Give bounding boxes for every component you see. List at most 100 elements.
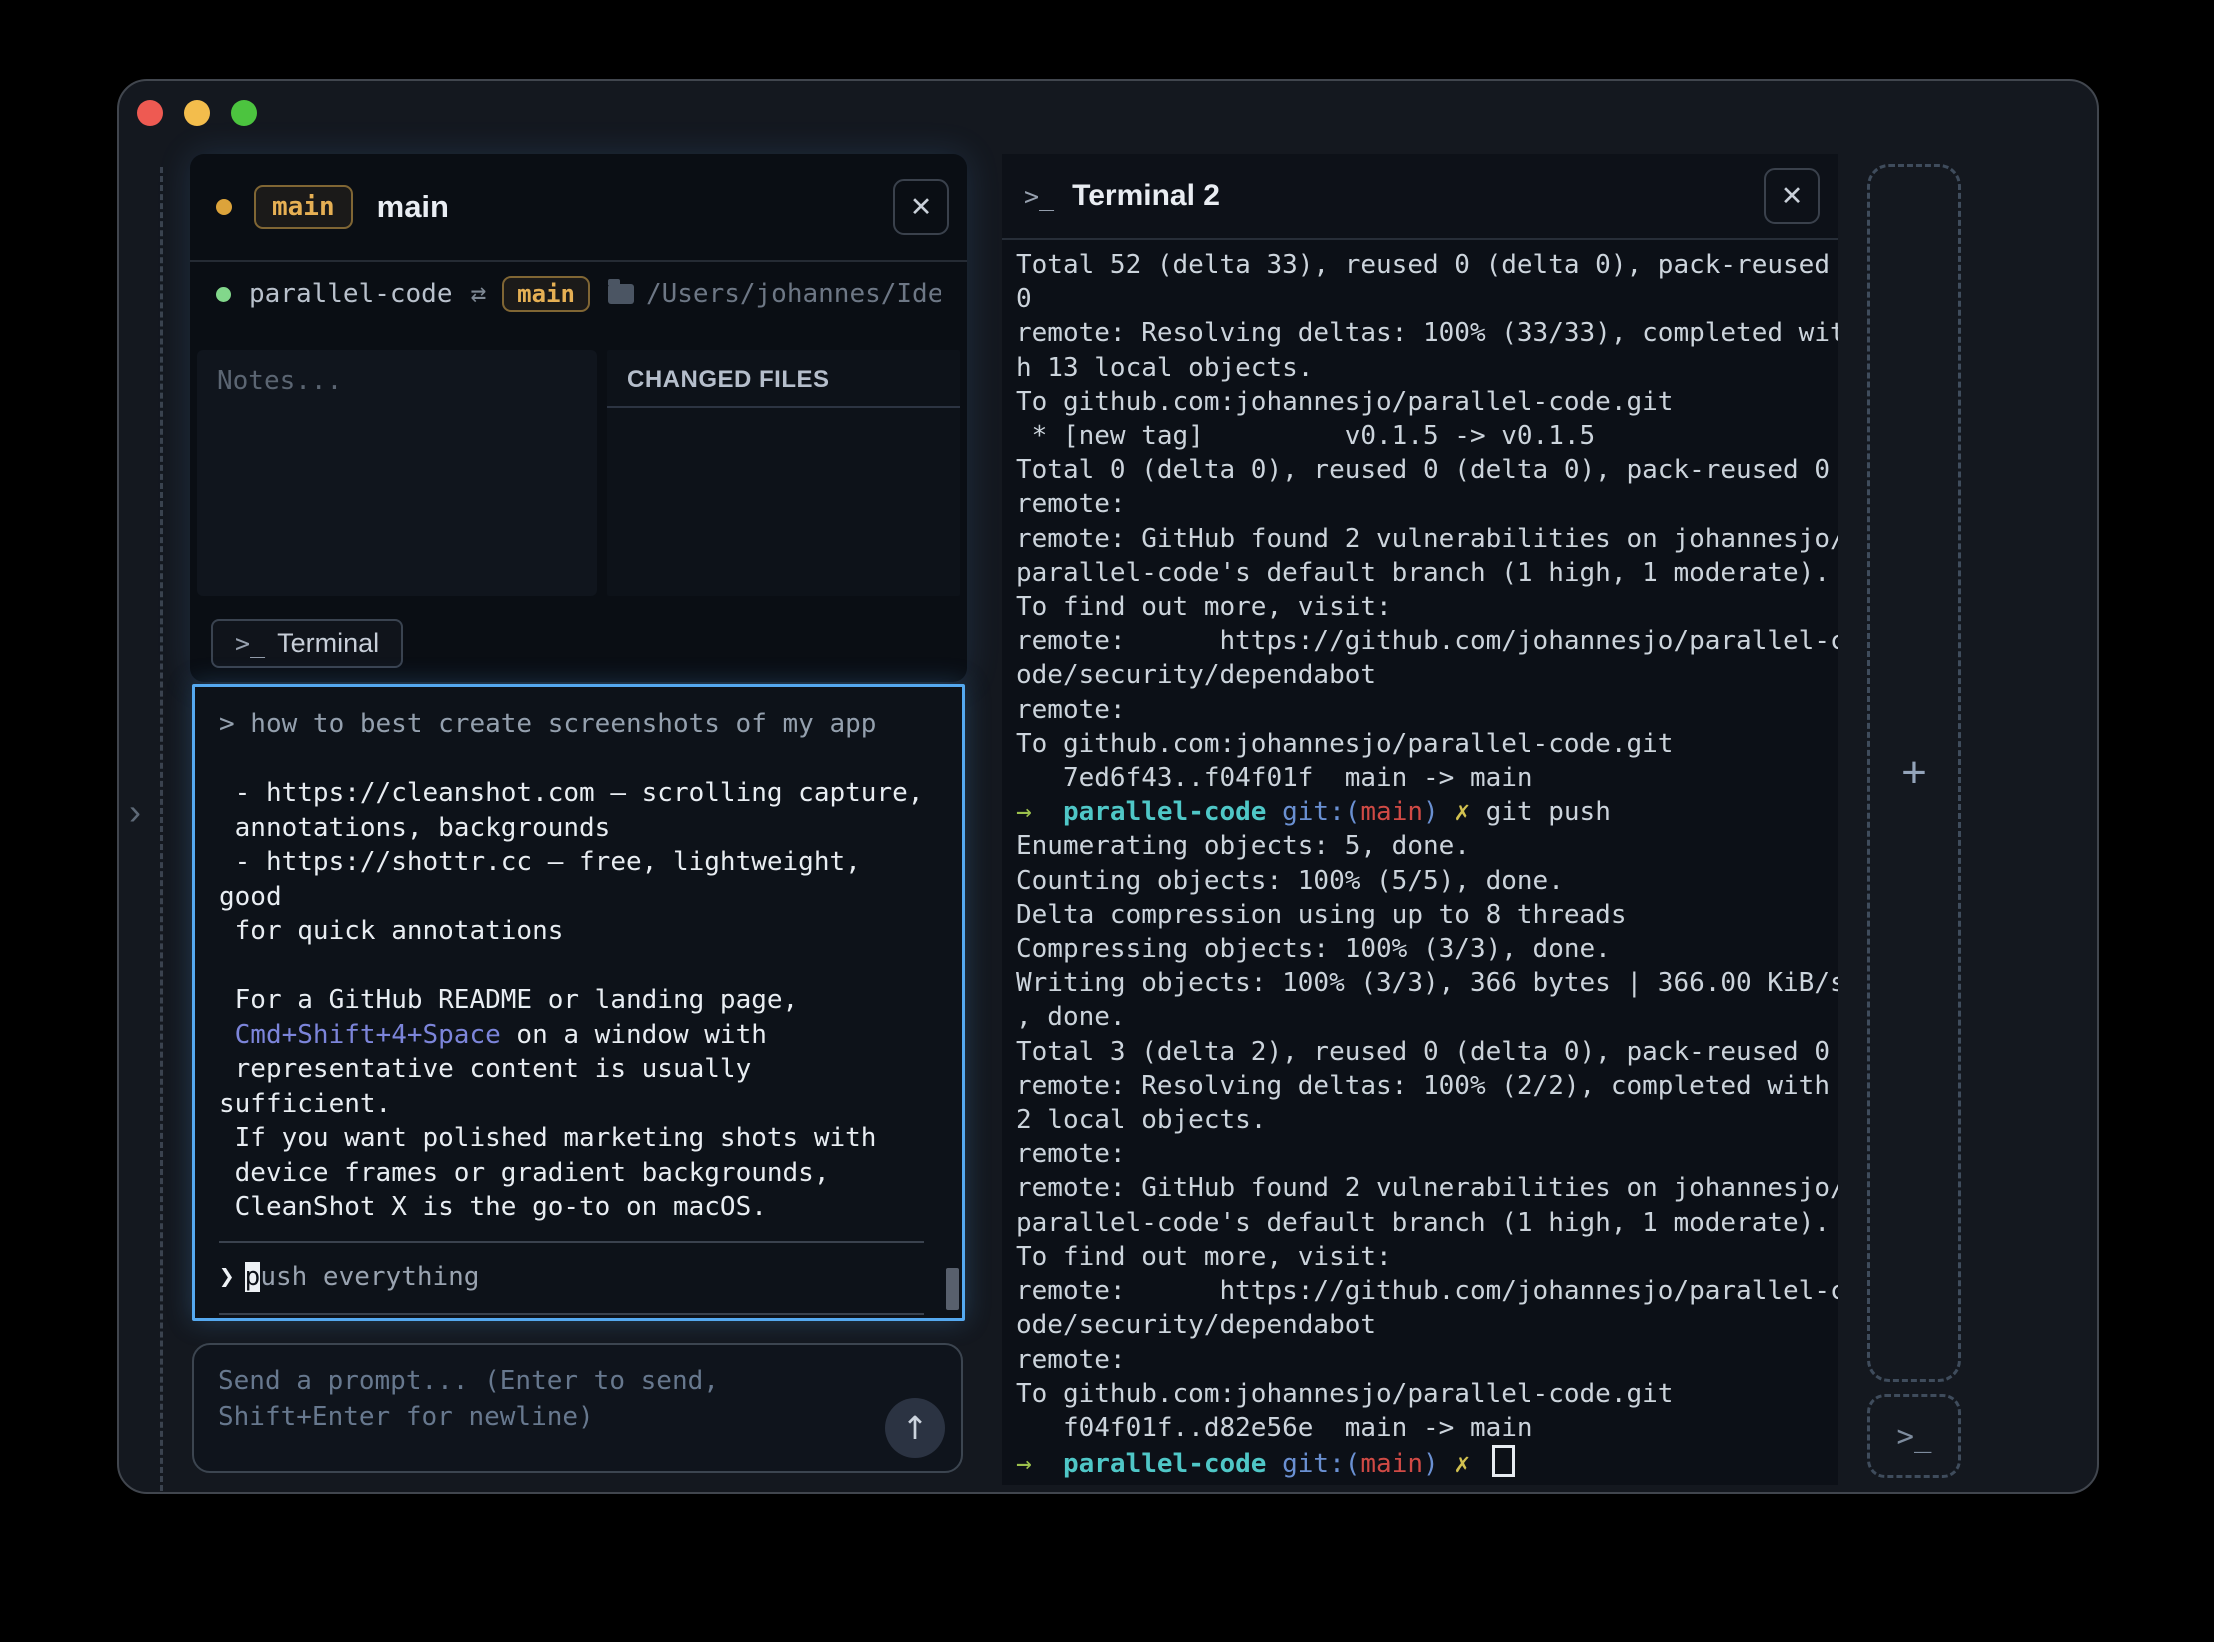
desktop-background: › main main ✕ parallel-code ⇄ main /User… [0, 0, 2214, 1642]
terminal-line: Counting objects: 100% (5/5), done. [1016, 864, 1824, 898]
terminal-line: Enumerating objects: 5, done. [1016, 829, 1824, 863]
terminal-line: ode/security/dependabot [1016, 658, 1824, 692]
session-card: main main ✕ parallel-code ⇄ main /Users/… [190, 154, 967, 682]
new-terminal-dropzone[interactable]: >_ [1867, 1394, 1961, 1478]
arrow-up-icon: ↑ [902, 1409, 929, 1447]
send-button[interactable]: ↑ [885, 1398, 945, 1458]
agent-conversation-panel[interactable]: > how to best create screenshots of my a… [192, 684, 965, 1321]
card-panels: Notes... CHANGED FILES [197, 350, 960, 596]
terminal-prompt-icon: >_ [235, 629, 265, 658]
notes-placeholder: Notes... [217, 366, 342, 396]
prompt-arrow: → [1016, 797, 1063, 827]
open-terminal-button[interactable]: >_ Terminal [211, 619, 403, 668]
conversation-line: For a GitHub README or landing page, [219, 983, 938, 1018]
terminal-line: Total 3 (delta 2), reused 0 (delta 0), p… [1016, 1035, 1824, 1069]
prompt-git: git:( [1266, 1449, 1360, 1479]
prompt-git: ) [1423, 797, 1439, 827]
changed-files-header: CHANGED FILES [607, 350, 960, 406]
terminal-cursor [1492, 1445, 1515, 1477]
terminal-line: To github.com:johannesjo/parallel-code.g… [1016, 727, 1824, 761]
conversation-line: If you want polished marketing shots wit… [219, 1121, 938, 1156]
minimize-window-button[interactable] [184, 100, 210, 126]
terminal-line: → parallel-code git:(main) ✗ git push [1016, 795, 1824, 829]
terminal-output[interactable]: Total 52 (delta 33), reused 0 (delta 0),… [1002, 240, 1838, 1485]
zoom-window-button[interactable] [231, 100, 257, 126]
session-status-dot [216, 199, 232, 215]
app-window: › main main ✕ parallel-code ⇄ main /User… [117, 79, 2099, 1494]
divider [219, 1313, 924, 1315]
terminal-line: To github.com:johannesjo/parallel-code.g… [1016, 385, 1824, 419]
sidebar-dashed-divider [160, 167, 163, 1491]
new-session-dropzone[interactable]: + [1867, 164, 1961, 1382]
terminal-prompt-icon: >_ [1897, 1419, 1932, 1453]
repo-row: parallel-code ⇄ main /Users/johannes/Ide… [190, 262, 967, 326]
conversation-line: CleanShot X is the go-to on macOS. [219, 1190, 938, 1225]
agent-prompt-line[interactable]: ❯push everything [219, 1257, 938, 1297]
terminal-2-panel: >_ Terminal 2 ✕ Total 52 (delta 33), reu… [1002, 154, 1838, 1485]
conversation-line [219, 742, 938, 777]
prompt-branch: main [1360, 797, 1423, 827]
terminal-line: Writing objects: 100% (3/3), 366 bytes |… [1016, 966, 1824, 1000]
conversation-line: representative content is usually suffic… [219, 1052, 938, 1121]
divider [607, 406, 960, 408]
terminal-line: To find out more, visit: [1016, 1240, 1824, 1274]
terminal-line: remote: GitHub found 2 vulnerabilities o… [1016, 522, 1824, 556]
prompt-arrow: → [1016, 1449, 1063, 1479]
terminal-line: 0 [1016, 282, 1824, 316]
terminal-line: remote: [1016, 487, 1824, 521]
session-title: main [377, 189, 449, 225]
branch-badge: main [254, 185, 353, 229]
terminal-line: ode/security/dependabot [1016, 1308, 1824, 1342]
terminal-line: remote: [1016, 1137, 1824, 1171]
expand-sidebar-chevron-icon[interactable]: › [129, 791, 141, 833]
changed-files-panel: CHANGED FILES [607, 350, 960, 596]
terminal-2-header: >_ Terminal 2 ✕ [1002, 154, 1838, 240]
conversation-line: > how to best create screenshots of my a… [219, 707, 938, 742]
close-session-button[interactable]: ✕ [893, 179, 949, 235]
notes-input[interactable]: Notes... [197, 350, 597, 596]
conversation-line: - https://shottr.cc — free, lightweight,… [219, 845, 938, 914]
conversation-line: Cmd+Shift+4+Space on a window with [219, 1018, 938, 1053]
conversation-line: device frames or gradient backgrounds, [219, 1156, 938, 1191]
repo-path: /Users/johannes/IdeaProjects, [646, 279, 941, 309]
text-cursor: p [245, 1262, 261, 1292]
terminal-line: Total 52 (delta 33), reused 0 (delta 0),… [1016, 248, 1824, 282]
prompt-repo: parallel-code [1063, 1449, 1267, 1479]
terminal-line: h 13 local objects. [1016, 351, 1824, 385]
prompt-input[interactable]: Send a prompt... (Enter to send, Shift+E… [192, 1343, 963, 1473]
terminal-line: Delta compression using up to 8 threads [1016, 898, 1824, 932]
conversation-line: for quick annotations [219, 914, 938, 949]
terminal-line: remote: [1016, 693, 1824, 727]
terminal-line: parallel-code's default branch (1 high, … [1016, 1206, 1824, 1240]
scrollbar-thumb[interactable] [946, 1268, 959, 1310]
close-terminal-button[interactable]: ✕ [1764, 168, 1820, 224]
terminal-line: remote: https://github.com/johannesjo/pa… [1016, 1274, 1824, 1308]
prompt-repo: parallel-code [1063, 797, 1267, 827]
divider [219, 1241, 924, 1243]
conversation-line: - https://cleanshot.com — scrolling capt… [219, 776, 938, 811]
terminal-line: f04f01f..d82e56e main -> main [1016, 1411, 1824, 1445]
repo-name: parallel-code [249, 279, 453, 309]
git-compare-icon[interactable]: ⇄ [471, 279, 487, 309]
close-window-button[interactable] [137, 100, 163, 126]
plus-icon: + [1901, 748, 1927, 798]
prompt-dirty-icon: ✗ [1439, 1449, 1486, 1479]
terminal-line: remote: GitHub found 2 vulnerabilities o… [1016, 1171, 1824, 1205]
terminal-line: Total 0 (delta 0), reused 0 (delta 0), p… [1016, 453, 1824, 487]
terminal-line: , done. [1016, 1000, 1824, 1034]
prompt-dirty-icon: ✗ [1439, 797, 1486, 827]
terminal-line: * [new tag] v0.1.5 -> v0.1.5 [1016, 419, 1824, 453]
prompt-git: git:( [1266, 797, 1360, 827]
repo-branch-badge[interactable]: main [502, 276, 590, 312]
terminal-2-title: Terminal 2 [1072, 179, 1220, 213]
terminal-button-label: Terminal [277, 628, 379, 659]
session-card-header: main main ✕ [190, 154, 967, 260]
terminal-line: remote: [1016, 1343, 1824, 1377]
terminal-line: To github.com:johannesjo/parallel-code.g… [1016, 1377, 1824, 1411]
prompt-placeholder: Send a prompt... (Enter to send, Shift+E… [218, 1363, 858, 1435]
terminal-line: remote: Resolving deltas: 100% (2/2), co… [1016, 1069, 1824, 1103]
terminal-line: remote: https://github.com/johannesjo/pa… [1016, 624, 1824, 658]
keyboard-shortcut: Cmd+Shift+4+Space [235, 1020, 501, 1050]
terminal-line: remote: Resolving deltas: 100% (33/33), … [1016, 316, 1824, 350]
prompt-text: ush everything [260, 1262, 479, 1292]
